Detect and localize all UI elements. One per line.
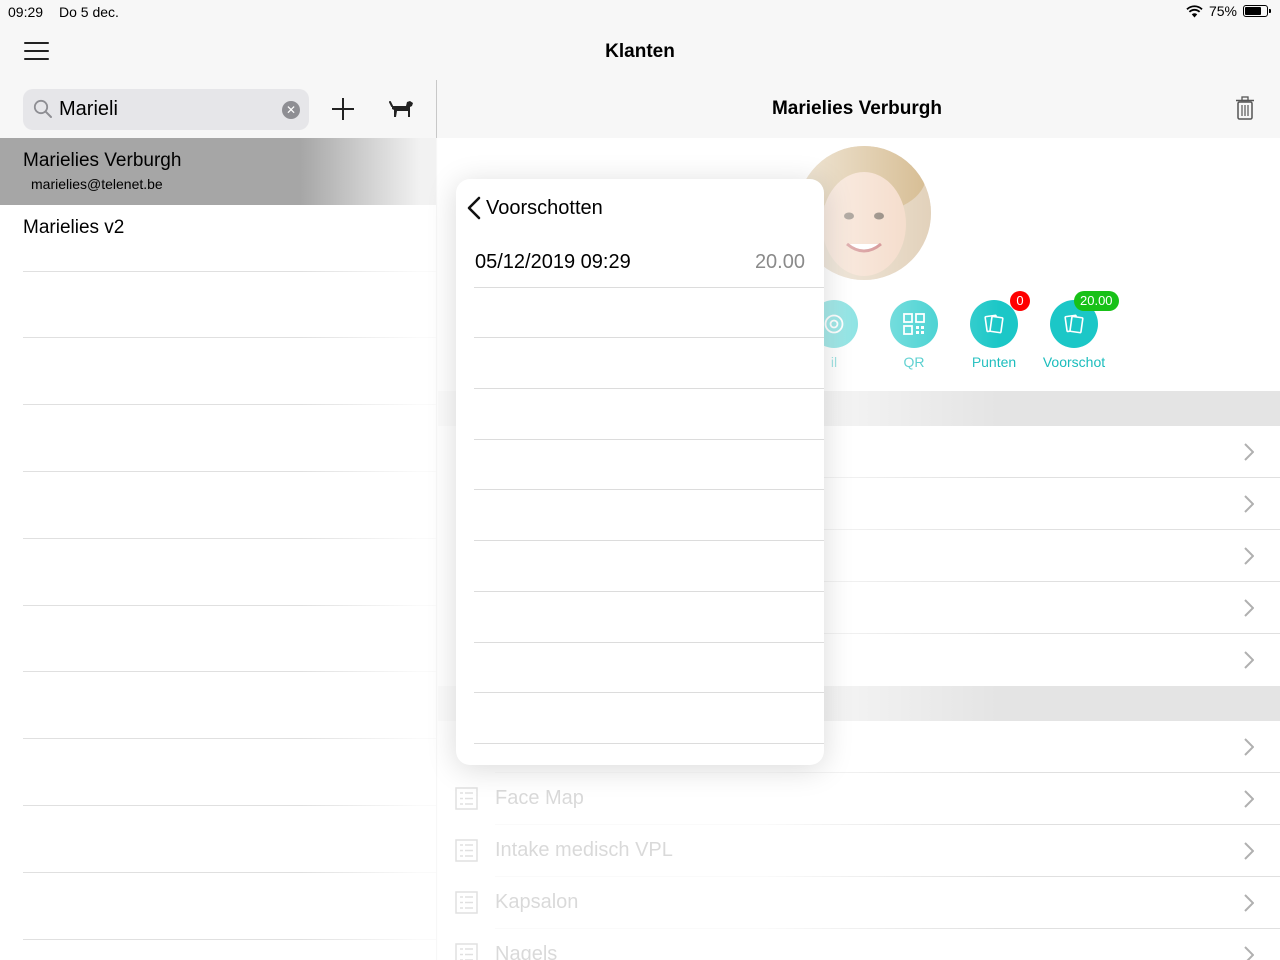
dog-icon[interactable] xyxy=(389,97,415,121)
empty-row xyxy=(0,405,436,472)
empty-row xyxy=(456,592,824,643)
empty-row xyxy=(0,606,436,673)
detail-title: Marielies Verburgh xyxy=(771,98,942,119)
chevron-right-icon xyxy=(1244,599,1254,617)
empty-row xyxy=(0,873,436,940)
action-label: QR xyxy=(903,354,925,370)
status-bar: 09:29 Do 5 dec. 75% xyxy=(0,0,1280,24)
search-box[interactable]: ✕ xyxy=(23,89,309,130)
client-row[interactable]: Marielies v2 xyxy=(0,205,436,272)
chevron-right-icon xyxy=(1244,651,1254,669)
action-qr[interactable]: QR xyxy=(874,300,954,370)
client-list-pane: ✕ Marielies Verburgh marielies@telenet.b… xyxy=(0,80,437,960)
empty-row xyxy=(456,288,824,339)
search-icon xyxy=(33,99,52,118)
top-nav: Klanten xyxy=(0,24,1280,80)
empty-row xyxy=(0,739,436,806)
cards-icon xyxy=(984,314,1004,334)
form-label: Nagels xyxy=(495,943,558,960)
form-icon xyxy=(455,891,478,914)
trash-icon[interactable] xyxy=(1236,96,1254,120)
chevron-right-icon xyxy=(1244,894,1254,912)
form-label: Intake medisch VPL xyxy=(495,839,673,861)
chevron-right-icon xyxy=(1244,842,1254,860)
empty-row xyxy=(0,672,436,740)
at-icon xyxy=(824,314,844,334)
chevron-left-icon xyxy=(467,196,481,220)
status-right: 75% xyxy=(1186,3,1271,19)
form-row[interactable]: Nagels xyxy=(438,929,1280,960)
chevron-right-icon xyxy=(1244,547,1254,565)
clear-search-icon[interactable]: ✕ xyxy=(282,101,300,119)
action-label: Punten xyxy=(971,354,1017,370)
empty-row xyxy=(456,490,824,542)
client-name: Marielies v2 xyxy=(23,216,125,238)
battery-icon xyxy=(1243,5,1271,17)
empty-row xyxy=(0,272,436,339)
voorschotten-popover: Voorschotten 05/12/2019 09:29 20.00 xyxy=(456,179,824,765)
chevron-right-icon xyxy=(1244,946,1254,960)
status-time: 09:29 xyxy=(8,4,44,20)
voorschot-badge: 20.00 xyxy=(1074,291,1119,311)
empty-row xyxy=(0,806,436,873)
empty-row xyxy=(456,338,824,390)
voorschot-amount: 20.00 xyxy=(754,251,805,273)
empty-row xyxy=(0,472,436,539)
battery-percent: 75% xyxy=(1208,3,1237,19)
empty-row xyxy=(0,338,436,406)
form-row[interactable]: Kapsalon xyxy=(438,877,1280,929)
action-voorschot[interactable]: 20.00 Voorschot xyxy=(1034,291,1119,370)
action-buttons: il QR 0 Punten 20.00 Voorschot xyxy=(794,291,1119,370)
empty-row xyxy=(456,440,824,491)
form-icon xyxy=(455,943,478,960)
status-date: Do 5 dec. xyxy=(59,4,119,20)
empty-row xyxy=(456,389,824,440)
client-list-toolbar: ✕ xyxy=(0,80,436,138)
client-row[interactable]: Marielies Verburgh marielies@telenet.be xyxy=(0,138,436,205)
cards-icon xyxy=(1064,314,1084,334)
client-name: Marielies Verburgh xyxy=(23,150,182,171)
chevron-right-icon xyxy=(1244,738,1254,756)
popover-back-button[interactable]: Voorschotten xyxy=(456,179,824,237)
chevron-right-icon xyxy=(1244,443,1254,461)
empty-row xyxy=(456,541,824,592)
chevron-right-icon xyxy=(1244,790,1254,808)
action-label: Voorschot xyxy=(1042,354,1106,370)
punten-badge: 0 xyxy=(1010,291,1030,311)
detail-header: Marielies Verburgh xyxy=(438,80,1280,138)
popover-title: Voorschotten xyxy=(486,197,603,219)
form-row[interactable]: Intake medisch VPL xyxy=(438,825,1280,877)
empty-row xyxy=(0,539,436,606)
add-client-button[interactable] xyxy=(330,96,356,122)
qr-icon xyxy=(903,313,925,335)
voorschot-date: 05/12/2019 09:29 xyxy=(475,251,631,273)
wifi-icon xyxy=(1186,4,1203,17)
form-label: Face Map xyxy=(495,787,584,809)
voorschot-row[interactable]: 05/12/2019 09:29 20.00 xyxy=(456,237,824,288)
empty-row xyxy=(456,693,824,744)
empty-row xyxy=(456,643,824,694)
form-icon xyxy=(455,839,478,862)
search-input[interactable] xyxy=(59,95,269,123)
form-icon xyxy=(455,787,478,810)
form-label: Kapsalon xyxy=(495,891,579,913)
page-title: Klanten xyxy=(605,41,675,62)
form-row[interactable]: Face Map xyxy=(438,773,1280,825)
client-email: marielies@telenet.be xyxy=(31,176,163,192)
chevron-right-icon xyxy=(1244,495,1254,513)
action-punten[interactable]: 0 Punten xyxy=(954,291,1034,370)
